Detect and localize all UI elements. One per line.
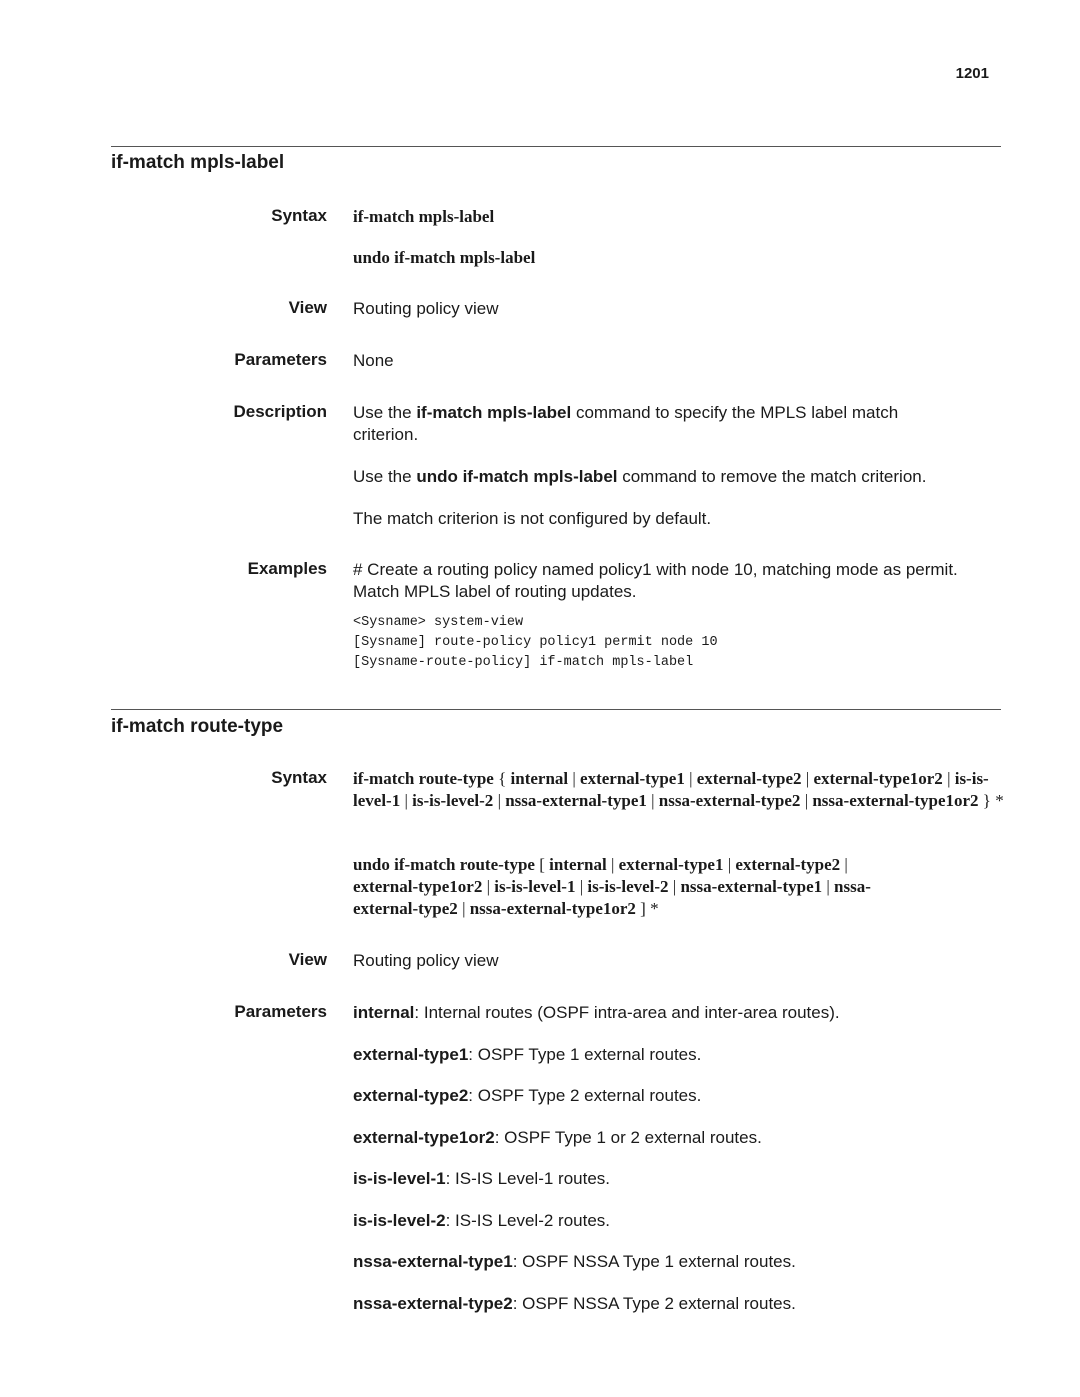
syntax-command: if-match route-type { internal | externa…: [353, 768, 1008, 812]
code-line: [Sysname-route-policy] if-match mpls-lab…: [353, 655, 694, 670]
syntax-separator: |: [493, 791, 506, 810]
syntax-separator: |: [606, 855, 619, 874]
syntax-command: if-match mpls-label: [353, 207, 495, 226]
section-title-mpls-label: if-match mpls-label: [111, 152, 285, 173]
syntax-option: external-type1or2: [813, 769, 943, 788]
desc-text: Use the: [353, 467, 417, 486]
syntax-separator: |: [482, 877, 495, 896]
parameter-text: is-is-level-2: IS-IS Level-2 routes.: [353, 1210, 1003, 1232]
parameter-description: : OSPF Type 1 or 2 external routes.: [494, 1127, 762, 1147]
syntax-option: external-type1or2: [353, 877, 483, 896]
syntax-separator: |: [457, 899, 470, 918]
parameter-description: : Internal routes (OSPF intra-area and i…: [414, 1003, 840, 1022]
syntax-bracket: ] *: [635, 899, 659, 918]
parameter-description: : OSPF NSSA Type 2 external routes.: [512, 1293, 796, 1313]
desc-command: if-match mpls-label: [416, 403, 572, 422]
parameter-name: external-type1: [353, 1044, 469, 1064]
parameter-description: : OSPF Type 2 external routes.: [468, 1086, 702, 1105]
view-label: View: [288, 298, 327, 317]
syntax-option: nssa-external-type1: [680, 877, 823, 896]
syntax-option: external-type1: [580, 769, 685, 788]
syntax-separator: |: [840, 855, 848, 874]
parameters-label: Parameters: [234, 1002, 327, 1021]
page-number: 1201: [955, 65, 989, 82]
parameter-text: nssa-external-type2: OSPF NSSA Type 2 ex…: [353, 1293, 1003, 1315]
parameters-label: Parameters: [234, 350, 327, 369]
syntax-option: nssa-external-type1: [505, 791, 647, 810]
examples-text: # Create a routing policy named policy1 …: [353, 560, 958, 601]
syntax-separator: |: [723, 855, 736, 874]
parameter-name: external-type2: [353, 1086, 469, 1105]
syntax-option: external-type2: [696, 769, 802, 788]
code-line: [Sysname] route-policy policy1 permit no…: [353, 635, 718, 650]
syntax-option: external-type2: [735, 855, 841, 874]
description-paragraph: The match criterion is not configured by…: [353, 509, 712, 528]
description-label: Description: [233, 402, 327, 421]
parameter-text: external-type1or2: OSPF Type 1 or 2 exte…: [353, 1127, 1003, 1149]
syntax-undo-command: undo if-match route-type [ internal | ex…: [353, 854, 913, 920]
parameter-name: nssa-external-type2: [353, 1293, 513, 1313]
syntax-separator: |: [668, 877, 681, 896]
parameter-description: : IS-IS Level-2 routes.: [445, 1210, 611, 1230]
parameter-description: : OSPF Type 1 external routes.: [468, 1044, 702, 1064]
description-paragraph: Use the undo if-match mpls-label command…: [353, 466, 1003, 488]
syntax-separator: |: [400, 791, 413, 810]
view-value: Routing policy view: [353, 951, 499, 970]
parameter-name: external-type1or2: [353, 1127, 495, 1147]
parameter-text: external-type2: OSPF Type 2 external rou…: [353, 1085, 1003, 1107]
syntax-undo-command: undo if-match mpls-label: [353, 248, 536, 267]
parameter-text: internal: Internal routes (OSPF intra-ar…: [353, 1002, 1003, 1024]
parameter-description: : OSPF NSSA Type 1 external routes.: [512, 1252, 796, 1271]
desc-command: undo if-match mpls-label: [416, 467, 618, 486]
parameters-value: None: [353, 351, 394, 370]
syntax-option: internal: [549, 855, 607, 874]
parameter-name: nssa-external-type1: [353, 1252, 513, 1271]
code-line: <Sysname> system-view: [353, 615, 524, 630]
section-divider: [111, 146, 1001, 147]
parameter-name: internal: [353, 1003, 415, 1022]
syntax-label: Syntax: [271, 768, 327, 787]
parameter-name: is-is-level-2: [353, 1210, 446, 1230]
syntax-bracket: } *: [978, 791, 1004, 810]
syntax-option: nssa-external-type2: [658, 791, 801, 810]
examples-label: Examples: [247, 559, 327, 578]
syntax-option: is-is-level-1: [494, 877, 576, 896]
syntax-separator: |: [942, 769, 955, 788]
desc-text: command to remove the match criterion.: [617, 467, 927, 486]
parameter-name: is-is-level-1: [353, 1169, 446, 1188]
syntax-separator: |: [822, 877, 835, 896]
syntax-keyword: if-match route-type: [353, 769, 499, 788]
parameter-text: nssa-external-type1: OSPF NSSA Type 1 ex…: [353, 1251, 1003, 1273]
parameter-text: external-type1: OSPF Type 1 external rou…: [353, 1044, 1003, 1066]
syntax-option: is-is-level-2: [412, 791, 494, 810]
syntax-separator: |: [575, 877, 588, 896]
syntax-separator: |: [684, 769, 697, 788]
syntax-option: nssa-external-type1or2: [469, 899, 636, 918]
parameter-text: is-is-level-1: IS-IS Level-1 routes.: [353, 1168, 1003, 1190]
syntax-separator: |: [800, 791, 813, 810]
syntax-separator: |: [568, 769, 581, 788]
view-label: View: [288, 950, 327, 969]
syntax-label: Syntax: [271, 206, 327, 225]
parameter-description: : IS-IS Level-1 routes.: [445, 1169, 611, 1188]
syntax-bracket: [: [539, 855, 550, 874]
desc-text: Use the: [353, 403, 417, 422]
syntax-option: is-is-level-2: [587, 877, 669, 896]
section-divider: [111, 709, 1001, 710]
syntax-bracket: {: [498, 769, 511, 788]
syntax-separator: |: [801, 769, 814, 788]
syntax-separator: |: [646, 791, 659, 810]
syntax-keyword: undo if-match route-type: [353, 855, 540, 874]
view-value: Routing policy view: [353, 299, 499, 318]
syntax-option: nssa-external-type1or2: [812, 791, 979, 810]
description-paragraph: Use the if-match mpls-label command to s…: [353, 402, 953, 446]
syntax-option: external-type1: [618, 855, 724, 874]
section-title-route-type: if-match route-type: [111, 716, 284, 737]
syntax-option: internal: [510, 769, 569, 788]
